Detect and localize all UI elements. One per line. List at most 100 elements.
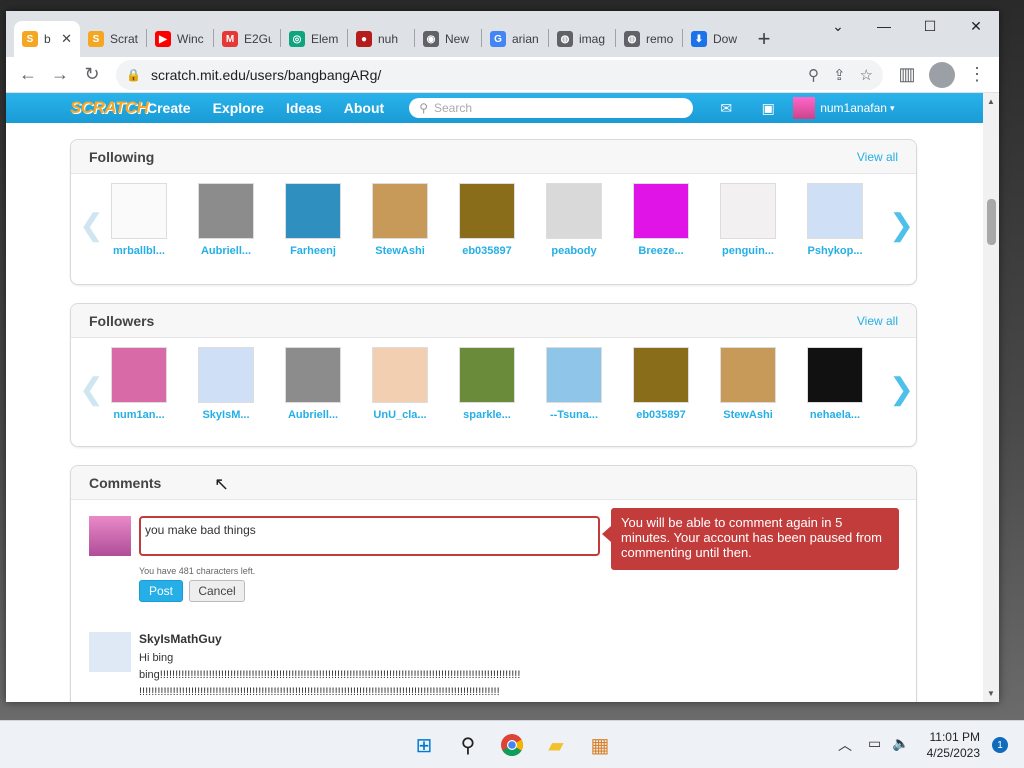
user-card[interactable]: eb035897 — [626, 347, 696, 421]
comments-header: Comments — [71, 466, 916, 500]
followers-gallery: ❮ ❯ num1an... SkyIsM... Aubriell... UnU_cla… — [71, 338, 916, 448]
user-avatar-thumbnail[interactable] — [285, 183, 341, 239]
user-card[interactable]: num1an... — [104, 347, 174, 421]
comment-body: Hi bing bing!!!!!!!!!!!!!!!!!!!!!!!!!!!!… — [139, 650, 579, 701]
user-avatar-thumbnail[interactable] — [111, 347, 167, 403]
chevron-up-icon[interactable]: ︿ — [838, 735, 852, 755]
user-avatar-thumbnail[interactable] — [459, 183, 515, 239]
user-card-name[interactable]: --Tsuna... — [539, 409, 609, 421]
account-menu[interactable]: num1anafan ▾ — [793, 97, 894, 119]
user-card-name[interactable]: penguin... — [713, 245, 783, 257]
user-avatar-thumbnail[interactable] — [633, 183, 689, 239]
user-card[interactable]: penguin... — [713, 183, 783, 257]
app-icon[interactable]: ▦ — [586, 731, 614, 759]
following-title: Following — [89, 148, 155, 165]
user-card[interactable]: Aubriell... — [278, 347, 348, 421]
scroll-up-icon[interactable]: ▲ — [987, 97, 995, 106]
user-card[interactable]: --Tsuna... — [539, 347, 609, 421]
user-card-name[interactable]: Breeze... — [626, 245, 696, 257]
taskbar: ⊞ ⚲ ▰ ▦ ︿ ▭ 🔈 11:01 PM 4/25/2023 1 — [0, 720, 1024, 768]
network-icon[interactable]: ▭ — [868, 735, 881, 752]
mute-warning-tooltip: You will be able to comment again in 5 m… — [602, 508, 899, 570]
volume-icon[interactable]: 🔈 — [892, 735, 909, 752]
vertical-scrollbar[interactable]: ▲ ▼ — [983, 93, 999, 702]
comment-author[interactable]: SkyIsMathGuy — [139, 632, 222, 646]
user-card[interactable]: mrballbl... — [104, 183, 174, 257]
user-card-name[interactable]: Aubriell... — [278, 409, 348, 421]
search-placeholder: Search — [434, 101, 473, 115]
chevron-down-icon: ▾ — [889, 102, 895, 113]
user-avatar-thumbnail[interactable] — [546, 183, 602, 239]
nav-about[interactable]: About — [333, 93, 395, 123]
comment-line: !!!!!!!!!!!!!!!!!!!!!!!!!!!!!!!!!!!!!!!!… — [139, 686, 500, 698]
user-card[interactable]: peabody — [539, 183, 609, 257]
user-avatar-thumbnail[interactable] — [198, 347, 254, 403]
user-avatar-thumbnail[interactable] — [807, 347, 863, 403]
prev-arrow-icon[interactable]: ❮ — [79, 208, 104, 243]
chrome-icon[interactable] — [498, 731, 526, 759]
user-card[interactable]: nehaela... — [800, 347, 870, 421]
user-card[interactable]: Farheenj — [278, 183, 348, 257]
user-card-name[interactable]: Pshykop... — [800, 245, 870, 257]
comment-item: SkyIsMathGuy Hi bing bing!!!!!!!!!!!!!!!… — [89, 632, 520, 698]
prev-arrow-icon[interactable]: ❮ — [79, 372, 104, 407]
user-card-name[interactable]: SkyIsM... — [191, 409, 261, 421]
user-card-name[interactable]: Farheenj — [278, 245, 348, 257]
user-card[interactable]: eb035897 — [452, 183, 522, 257]
start-windows-icon[interactable]: ⊞ — [410, 731, 438, 759]
comment-line: Hi bing — [139, 652, 174, 664]
user-card-name[interactable]: UnU_cla... — [365, 409, 435, 421]
user-card[interactable]: sparkle... — [452, 347, 522, 421]
search-icon[interactable]: ⚲ — [454, 731, 482, 759]
user-card[interactable]: Aubriell... — [191, 183, 261, 257]
user-avatar-thumbnail[interactable] — [372, 347, 428, 403]
user-avatar-thumbnail[interactable] — [372, 183, 428, 239]
my-stuff-icon[interactable]: ▣ — [757, 100, 779, 116]
user-avatar-thumbnail[interactable] — [546, 347, 602, 403]
user-avatar-thumbnail[interactable] — [285, 347, 341, 403]
user-card-name[interactable]: StewAshi — [365, 245, 435, 257]
user-card[interactable]: Pshykop... — [800, 183, 870, 257]
user-card[interactable]: Breeze... — [626, 183, 696, 257]
user-avatar-thumbnail[interactable] — [459, 347, 515, 403]
messages-icon[interactable]: ✉ — [715, 100, 737, 116]
user-avatar-thumbnail[interactable] — [720, 183, 776, 239]
user-card-name[interactable]: StewAshi — [713, 409, 783, 421]
cancel-button[interactable]: Cancel — [189, 580, 245, 602]
user-avatar-thumbnail[interactable] — [807, 183, 863, 239]
scroll-down-icon[interactable]: ▼ — [987, 689, 995, 698]
search-input[interactable]: ⚲ Search — [409, 98, 694, 118]
user-card-name[interactable]: num1an... — [104, 409, 174, 421]
system-clock[interactable]: 11:01 PM 4/25/2023 — [927, 729, 980, 761]
comment-textarea[interactable]: you make bad things — [139, 516, 600, 556]
user-card-name[interactable]: eb035897 — [626, 409, 696, 421]
scratch-logo[interactable]: SCRATCH — [70, 98, 149, 118]
user-card-name[interactable]: peabody — [539, 245, 609, 257]
nav-create[interactable]: Create — [136, 93, 202, 123]
user-card-name[interactable]: sparkle... — [452, 409, 522, 421]
nav-explore[interactable]: Explore — [202, 93, 275, 123]
user-card[interactable]: UnU_cla... — [365, 347, 435, 421]
user-avatar-thumbnail[interactable] — [198, 183, 254, 239]
user-card[interactable]: StewAshi — [365, 183, 435, 257]
user-avatar-thumbnail[interactable] — [633, 347, 689, 403]
user-avatar-thumbnail[interactable] — [111, 183, 167, 239]
comment-author-avatar[interactable] — [89, 632, 131, 672]
user-card-name[interactable]: nehaela... — [800, 409, 870, 421]
user-card[interactable]: StewAshi — [713, 347, 783, 421]
user-card-name[interactable]: mrballbl... — [104, 245, 174, 257]
user-card[interactable]: SkyIsM... — [191, 347, 261, 421]
next-arrow-icon[interactable]: ❯ — [889, 208, 914, 243]
following-gallery: ❮ ❯ mrballbl... Aubriell... Farheenj StewAs… — [71, 174, 916, 284]
user-avatar-thumbnail[interactable] — [720, 347, 776, 403]
nav-ideas[interactable]: Ideas — [275, 93, 333, 123]
scrollbar-thumb[interactable] — [987, 199, 996, 245]
following-view-all-link[interactable]: View all — [857, 150, 898, 164]
file-explorer-icon[interactable]: ▰ — [542, 731, 570, 759]
followers-view-all-link[interactable]: View all — [857, 314, 898, 328]
user-card-name[interactable]: eb035897 — [452, 245, 522, 257]
user-card-name[interactable]: Aubriell... — [191, 245, 261, 257]
post-button[interactable]: Post — [139, 580, 183, 602]
next-arrow-icon[interactable]: ❯ — [889, 372, 914, 407]
notification-badge[interactable]: 1 — [992, 737, 1008, 753]
